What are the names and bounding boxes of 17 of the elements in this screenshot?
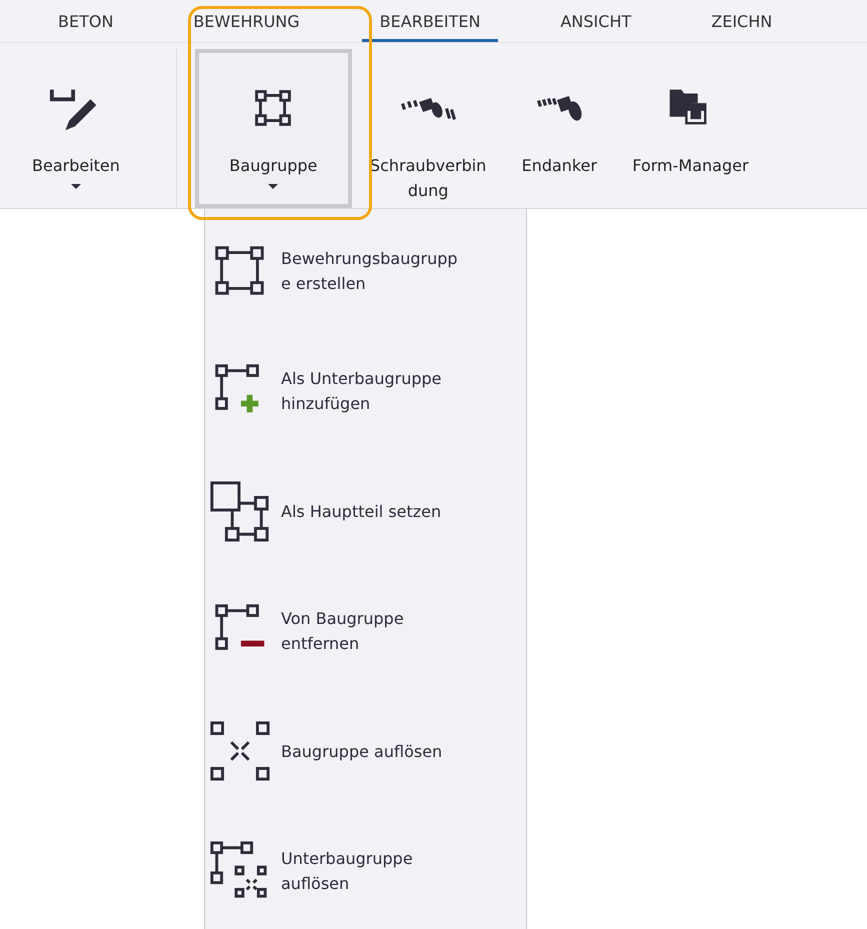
ribbon-tab[interactable]: BETON: [40, 0, 132, 42]
menu-item[interactable]: Baugruppe auflösen: [205, 691, 526, 811]
ribbon-button[interactable]: Schraubverbin dung: [356, 49, 500, 208]
dissolve-icon: [209, 720, 271, 782]
ribbon-tab[interactable]: ZEICHN: [693, 0, 790, 42]
menu-item[interactable]: Unterbaugruppe auflösen: [205, 811, 526, 929]
menu-item[interactable]: Von Baugruppe entfernen: [205, 571, 526, 691]
ribbon-button[interactable]: Baugruppe: [194, 49, 352, 208]
ribbon-button[interactable]: Bearbeiten: [18, 49, 134, 208]
ribbon-tab[interactable]: BEWEHRUNG: [175, 0, 318, 42]
menu-item[interactable]: Als Unterbaugruppe hinzufügen: [205, 331, 526, 451]
main-part-icon: [209, 480, 271, 542]
menu-item[interactable]: Bewehrungsbaugrupp e erstellen: [205, 211, 526, 331]
ribbon-button[interactable]: Endanker: [504, 49, 614, 208]
menu-item[interactable]: Als Hauptteil setzen: [205, 451, 526, 571]
ribbon-tab[interactable]: ANSICHT: [542, 0, 650, 42]
ribbon-button[interactable]: Form-Manager: [618, 49, 763, 208]
